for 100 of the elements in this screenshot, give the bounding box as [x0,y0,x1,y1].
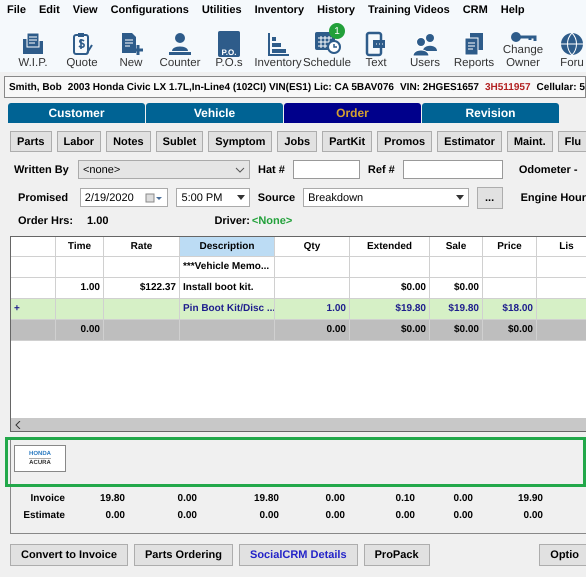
toolbar-button[interactable]: Quote [59,26,105,72]
section-button[interactable]: Notes [106,131,151,152]
total-value: 0.00 [324,493,345,504]
users-icon [411,31,439,57]
section-button[interactable]: Jobs [277,131,318,152]
toolbar-button[interactable]: W.I.P. [10,26,56,72]
ref-number-field[interactable] [402,160,503,179]
row-label: Estimate [22,510,65,521]
menu-item[interactable]: Training Videos [368,4,450,16]
column-header[interactable]: Sale [430,237,483,256]
scroll-left-icon [15,420,21,428]
section-button[interactable]: Labor [56,131,102,152]
action-button[interactable]: ProPack [364,544,430,566]
column-header[interactable]: Extended [350,237,430,256]
table-cell: $0.00 [350,320,430,340]
tab[interactable]: Order [284,103,421,123]
toolbar-button[interactable]: Reports [451,26,497,72]
table-cell: $0.00 [483,320,537,340]
source-dropdown[interactable]: Breakdown [303,188,469,207]
total-value: 0.00 [176,493,197,504]
more-button[interactable]: ... [476,186,503,208]
menu-item[interactable]: File [7,4,26,16]
total-value: 0.00 [394,510,415,521]
time-dropdown[interactable]: 5:00 PM [176,188,250,207]
menu-item[interactable]: CRM [462,4,488,16]
menu-item[interactable]: Inventory [254,4,304,16]
toolbar-label: Change Owner [502,44,544,70]
toolbar-label: Schedule [303,57,351,70]
section-button[interactable]: Sublet [156,131,204,152]
total-value: 0.00 [104,510,125,521]
grid-row[interactable]: 0.00 0.00 $0.00 $0.00 $0.00 [11,320,586,341]
total-value: 0.00 [522,510,543,521]
toolbar-button[interactable]: Text [353,26,399,72]
total-value: 0.00 [258,510,279,521]
toolbar-label: Reports [454,57,494,70]
table-cell: $0.00 [430,320,483,340]
toolbar-label: Foru [560,57,584,70]
dropdown-arrow-icon [456,195,464,200]
section-button[interactable]: Promos [377,131,432,152]
column-header[interactable]: Price [483,237,537,256]
column-header[interactable]: Description [180,237,275,256]
section-button[interactable]: Parts [10,131,52,152]
total-value: 0.00 [452,493,473,504]
table-cell: 1.00 [56,278,104,298]
field-label: Odometer - [518,164,578,176]
action-button[interactable]: Parts Ordering [134,544,233,566]
table-cell: $0.00 [350,278,430,298]
field-label: Driver: [214,215,250,227]
toolbar-label: New [119,57,142,70]
calendar-dropdown-icon [145,192,164,202]
tab[interactable]: Revision [422,103,559,123]
toolbar-button[interactable]: New [108,26,154,72]
toolbar-button[interactable]: Change Owner [500,25,546,72]
toolbar-button[interactable]: Users [402,26,448,72]
action-button[interactable]: Optio [539,544,586,566]
hat-number-field[interactable] [292,160,360,179]
column-header[interactable]: Qty [275,237,350,256]
toolbar-label: Counter [160,57,200,70]
horizontal-scrollbar[interactable] [11,418,586,431]
menu-item[interactable]: History [317,4,355,16]
table-cell: 1.00 [275,299,350,319]
table-cell: $18.00 [483,299,537,319]
menu-item[interactable]: Edit [38,4,60,16]
toolbar-label: Text [365,57,387,70]
section-button[interactable]: Maint. [506,131,553,152]
toolbar-label: Quote [66,57,98,70]
tab[interactable]: Customer [8,103,145,123]
grid-row[interactable]: ***Vehicle Memo... [11,257,586,278]
section-button[interactable]: Flu [558,131,586,152]
chevron-icon [235,166,245,172]
toolbar-button[interactable]: P.O. P.O.s [206,26,252,72]
row-label: Invoice [30,493,65,504]
section-button[interactable]: Symptom [208,131,272,152]
menu-item[interactable]: Configurations [110,4,189,16]
section-button[interactable]: PartKit [322,131,372,152]
menu-item[interactable]: Utilities [202,4,242,16]
vin-suffix: 3H511957 [484,82,531,92]
toolbar-button[interactable]: Counter [157,26,203,72]
toolbar-button[interactable]: Inventory [255,26,301,72]
field-label: Promised [17,192,70,204]
toolbar-label: W.I.P. [18,57,48,70]
tab[interactable]: Vehicle [146,103,283,123]
written-by-dropdown[interactable]: <none> [78,160,250,179]
section-button[interactable]: Estimator [437,131,502,152]
menu-item[interactable]: Help [500,4,525,16]
toolbar-label: P.O.s [215,57,243,70]
action-button[interactable]: Convert to Invoice [10,544,128,566]
column-header[interactable]: Lis [537,237,586,256]
toolbar-label: Inventory [254,57,302,70]
shelves-icon [265,31,291,57]
column-header[interactable]: Time [56,237,104,256]
notification-badge: 1 [329,23,345,39]
menu-item[interactable]: View [72,4,98,16]
total-value: 19.80 [98,493,125,504]
toolbar-button[interactable]: 1 Schedule [304,23,350,72]
action-button[interactable]: SocialCRM Details [239,544,358,566]
date-picker[interactable]: 2/19/2020 [80,188,168,207]
toolbar-button[interactable]: Foru [549,26,586,72]
table-cell: ***Vehicle Memo... [180,257,275,277]
cellular-text: Cellular: 5 [536,82,585,92]
